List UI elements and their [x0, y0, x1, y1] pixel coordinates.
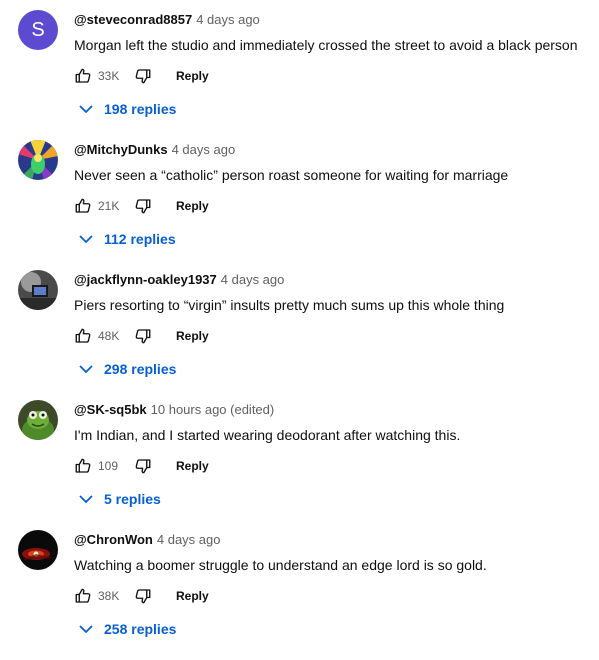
thumbs-up-icon[interactable] [74, 327, 92, 345]
thumbs-up-icon[interactable] [74, 457, 92, 475]
comment-actions: 48K Reply [74, 324, 209, 348]
avatar[interactable] [18, 530, 58, 570]
chevron-down-icon [78, 231, 94, 247]
view-replies-button[interactable]: 198 replies [78, 97, 176, 121]
reply-button[interactable]: Reply [176, 459, 209, 473]
thumbs-up-icon[interactable] [74, 587, 92, 605]
reply-button[interactable]: Reply [176, 69, 209, 83]
comment-text: Watching a boomer struggle to understand… [74, 557, 487, 573]
thumbs-down-icon[interactable] [134, 67, 152, 85]
replies-label: 198 replies [104, 101, 177, 117]
comment-thread: @MitchyDunks 4 days ago Never seen a “cat… [0, 140, 599, 270]
comment-time[interactable]: 10 hours ago (edited) [151, 402, 275, 417]
like-count: 38K [98, 589, 120, 603]
chevron-down-icon [78, 491, 94, 507]
comment-time[interactable]: 4 days ago [221, 272, 285, 287]
comment-author[interactable]: @ChronWon [74, 532, 153, 547]
chevron-down-icon [78, 361, 94, 377]
comment-thread: S @steveconrad8857 4 days ago Morgan left… [0, 10, 599, 140]
replies-label: 112 replies [104, 231, 176, 247]
comment-text: Morgan left the studio and immediately c… [74, 37, 578, 53]
chevron-down-icon [78, 621, 94, 637]
comment-time[interactable]: 4 days ago [196, 12, 260, 27]
comment-actions: 109 Reply [74, 454, 209, 478]
thumbs-up-icon[interactable] [74, 67, 92, 85]
avatar[interactable] [18, 140, 58, 180]
thumbs-up-icon[interactable] [74, 197, 92, 215]
comment-author[interactable]: @MitchyDunks [74, 142, 168, 157]
comments-section: S @steveconrad8857 4 days ago Morgan left… [0, 0, 599, 643]
reply-button[interactable]: Reply [176, 589, 209, 603]
reply-button[interactable]: Reply [176, 199, 209, 213]
comment-header: @SK-sq5bk 10 hours ago (edited) [74, 402, 274, 418]
comment-time[interactable]: 4 days ago [172, 142, 236, 157]
replies-label: 5 replies [104, 491, 161, 507]
view-replies-button[interactable]: 258 replies [78, 617, 176, 641]
view-replies-button[interactable]: 5 replies [78, 487, 161, 511]
view-replies-button[interactable]: 112 replies [78, 227, 176, 251]
comment-header: @ChronWon 4 days ago [74, 532, 220, 548]
comment-text: Never seen a “catholic” person roast som… [74, 167, 509, 183]
comment-header: @steveconrad8857 4 days ago [74, 12, 260, 28]
comment-text: I'm Indian, and I started wearing deodor… [74, 427, 461, 443]
avatar[interactable] [18, 400, 58, 440]
comment-author[interactable]: @steveconrad8857 [74, 12, 192, 27]
comment-header: @MitchyDunks 4 days ago [74, 142, 235, 158]
comment-thread: @jackflynn-oakley1937 4 days ago Piers re… [0, 270, 599, 400]
avatar[interactable]: S [18, 10, 58, 50]
comment-author[interactable]: @jackflynn-oakley1937 [74, 272, 217, 287]
comment-author[interactable]: @SK-sq5bk [74, 402, 147, 417]
view-replies-button[interactable]: 298 replies [78, 357, 176, 381]
comment-thread: @ChronWon 4 days ago Watching a boomer st… [0, 530, 599, 660]
avatar-letter: S [31, 18, 45, 41]
thumbs-down-icon[interactable] [134, 327, 152, 345]
comment-actions: 33K Reply [74, 64, 209, 88]
avatar[interactable] [18, 270, 58, 310]
like-count: 33K [98, 69, 120, 83]
like-count: 48K [98, 329, 120, 343]
comment-text: Piers resorting to “virgin” insults pret… [74, 297, 505, 313]
chevron-down-icon [78, 101, 94, 117]
comment-header: @jackflynn-oakley1937 4 days ago [74, 272, 284, 288]
thumbs-down-icon[interactable] [134, 457, 152, 475]
thumbs-down-icon[interactable] [134, 587, 152, 605]
replies-label: 258 replies [104, 621, 177, 637]
like-count: 109 [98, 459, 119, 473]
like-count: 21K [98, 199, 120, 213]
reply-button[interactable]: Reply [176, 329, 209, 343]
replies-label: 298 replies [104, 361, 177, 377]
comment-actions: 38K Reply [74, 584, 209, 608]
comment-time[interactable]: 4 days ago [157, 532, 221, 547]
comment-thread: @SK-sq5bk 10 hours ago (edited) I'm India… [0, 400, 599, 530]
comment-actions: 21K Reply [74, 194, 209, 218]
thumbs-down-icon[interactable] [134, 197, 152, 215]
